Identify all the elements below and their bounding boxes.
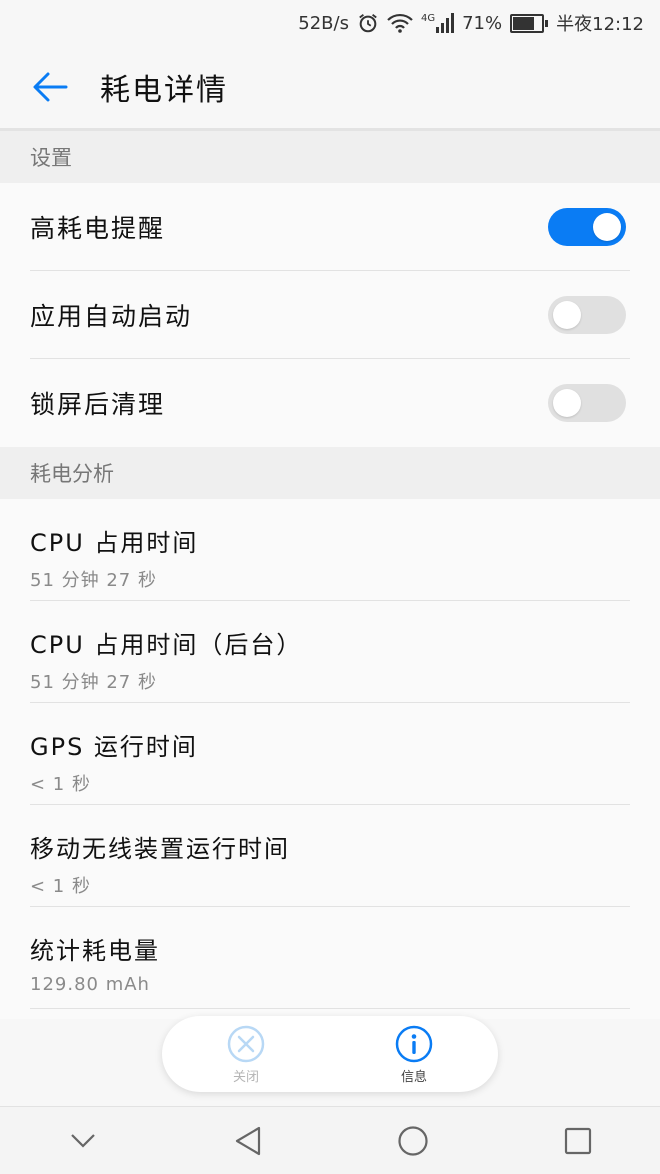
status-bar: 52B/s 4G 71% 半夜12:12 — [0, 0, 660, 46]
signal-icon: 4G — [420, 13, 455, 33]
list-item: CPU 占用时间 51 分钟 27 秒 — [0, 499, 660, 601]
setting-row-auto-start[interactable]: 应用自动启动 — [0, 271, 660, 359]
settings-list: 高耗电提醒 应用自动启动 锁屏后清理 — [0, 183, 660, 447]
info-button[interactable]: 信息 — [359, 1024, 469, 1085]
chevron-down-icon — [70, 1133, 95, 1148]
battery-percent: 71% — [462, 12, 503, 34]
info-label: 信息 — [400, 1069, 427, 1085]
toggle-knob — [553, 301, 581, 329]
alarm-icon — [357, 12, 379, 34]
setting-label: 应用自动启动 — [30, 302, 193, 331]
setting-label: 高耗电提醒 — [30, 214, 166, 243]
list-item: 移动无线装置运行时间 < 1 秒 — [0, 805, 660, 907]
item-value: < 1 秒 — [30, 774, 91, 795]
network-type: 4G — [420, 13, 436, 24]
item-name: 移动无线装置运行时间 — [30, 835, 290, 863]
list-item: GPS 运行时间 < 1 秒 — [0, 703, 660, 805]
nav-back-button[interactable] — [208, 1111, 288, 1171]
item-name: GPS 运行时间 — [30, 733, 198, 761]
arrow-left-icon — [33, 72, 68, 102]
item-value: 51 分钟 27 秒 — [30, 570, 157, 591]
setting-row-lock-screen-clean[interactable]: 锁屏后清理 — [0, 359, 660, 447]
list-item: CPU 占用时间（后台） 51 分钟 27 秒 — [0, 601, 660, 703]
item-value: 51 分钟 27 秒 — [30, 672, 157, 693]
nav-recents-button[interactable] — [538, 1111, 618, 1171]
floating-action-bar: 关闭 信息 — [162, 1016, 498, 1092]
item-value: < 1 秒 — [30, 876, 91, 897]
recents-square-icon — [564, 1127, 591, 1154]
close-button[interactable]: 关闭 — [191, 1024, 301, 1085]
page-title: 耗电详情 — [100, 73, 228, 108]
info-circle-icon — [395, 1025, 433, 1062]
analysis-list: CPU 占用时间 51 分钟 27 秒 CPU 占用时间（后台） 51 分钟 2… — [0, 499, 660, 1019]
lock-screen-clean-toggle[interactable] — [548, 384, 626, 422]
battery-icon — [510, 13, 549, 33]
settings-header: 设置 — [0, 131, 660, 183]
item-name: CPU 占用时间（后台） — [30, 631, 303, 659]
net-speed: 52B/s — [298, 12, 349, 34]
toggle-knob — [553, 389, 581, 417]
auto-start-toggle[interactable] — [548, 296, 626, 334]
system-nav-bar — [0, 1106, 660, 1174]
item-name: CPU 占用时间 — [30, 529, 199, 557]
item-value: 129.80 mAh — [30, 974, 150, 995]
setting-label: 锁屏后清理 — [30, 390, 166, 419]
wifi-icon — [387, 13, 413, 33]
home-circle-icon — [397, 1125, 428, 1156]
item-name: 统计耗电量 — [30, 937, 160, 965]
close-circle-icon — [227, 1025, 265, 1062]
back-triangle-icon — [235, 1126, 260, 1155]
status-time: 半夜12:12 — [556, 14, 644, 35]
nav-home-button[interactable] — [373, 1111, 453, 1171]
close-label: 关闭 — [232, 1069, 259, 1085]
toggle-knob — [593, 213, 621, 241]
hide-nav-button[interactable] — [43, 1111, 123, 1171]
back-button[interactable] — [0, 46, 100, 128]
analysis-header: 耗电分析 — [0, 447, 660, 499]
list-item: 统计耗电量 129.80 mAh — [0, 907, 660, 1009]
high-drain-alert-toggle[interactable] — [548, 208, 626, 246]
setting-row-high-drain-alert[interactable]: 高耗电提醒 — [0, 183, 660, 271]
divider — [30, 1008, 630, 1009]
app-bar: 耗电详情 — [0, 46, 660, 128]
